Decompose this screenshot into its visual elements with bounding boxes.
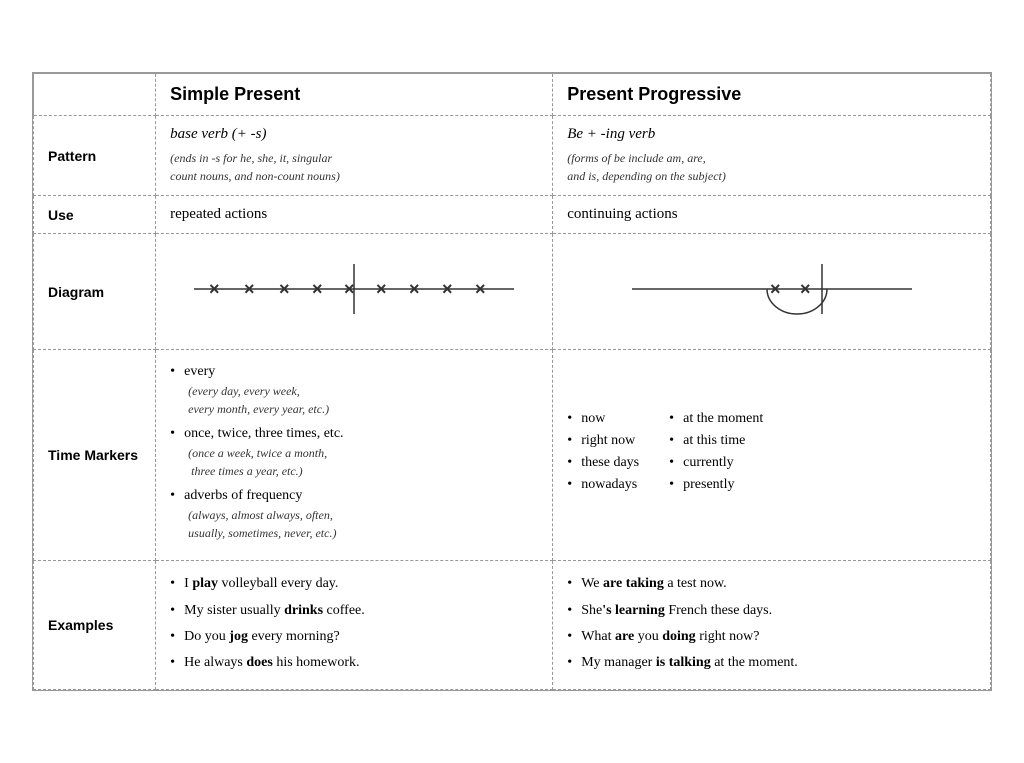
diagram-label: Diagram — [34, 234, 156, 350]
time-markers-prog-cell: now right now these days nowadays at the… — [553, 350, 991, 561]
pattern-simple-main: base verb (+ -s) — [170, 126, 538, 143]
list-item: at this time — [669, 433, 763, 449]
list-item: at the moment — [669, 411, 763, 427]
examples-row: Examples I play volleyball every day. My… — [34, 561, 991, 690]
svg-text:×: × — [279, 279, 290, 299]
list-item: He always does his homework. — [170, 652, 538, 674]
list-item: My manager is talking at the moment. — [567, 652, 976, 674]
time-markers-row: Time Markers every (every day, every wee… — [34, 350, 991, 561]
examples-prog-cell: We are taking a test now. She's learning… — [553, 561, 991, 690]
list-item: nowadays — [567, 477, 639, 493]
svg-text:×: × — [209, 279, 220, 299]
list-item: adverbs of frequency (always, almost alw… — [170, 488, 538, 542]
time-markers-simple-cell: every (every day, every week,every month… — [156, 350, 553, 561]
pattern-prog-note: (forms of be include am, are, and is, de… — [567, 149, 976, 185]
list-item: right now — [567, 433, 639, 449]
simple-diagram-svg: × × × × × × × × × — [184, 259, 524, 319]
list-item: now — [567, 411, 639, 427]
diagram-simple-cell: × × × × × × × × × — [156, 234, 553, 350]
list-item: currently — [669, 455, 763, 471]
list-item: My sister usually drinks coffee. — [170, 600, 538, 622]
prog-markers-col1: now right now these days nowadays — [567, 411, 639, 499]
svg-text:×: × — [800, 279, 811, 299]
svg-text:×: × — [409, 279, 420, 299]
time-markers-simple-list: every (every day, every week,every month… — [170, 364, 538, 542]
svg-text:×: × — [475, 279, 486, 299]
list-item: once, twice, three times, etc. (once a w… — [170, 426, 538, 480]
pattern-simple-note: (ends in -s for he, she, it, singular co… — [170, 149, 538, 185]
use-prog-cell: continuing actions — [553, 196, 991, 234]
examples-simple-cell: I play volleyball every day. My sister u… — [156, 561, 553, 690]
examples-label: Examples — [34, 561, 156, 690]
list-item: What are you doing right now? — [567, 626, 976, 648]
list-item: We are taking a test now. — [567, 573, 976, 595]
list-item: Do you jog every morning? — [170, 626, 538, 648]
use-label: Use — [34, 196, 156, 234]
time-markers-label: Time Markers — [34, 350, 156, 561]
present-progressive-header: Present Progressive — [553, 74, 991, 116]
list-item: presently — [669, 477, 763, 493]
pattern-row: Pattern base verb (+ -s) (ends in -s for… — [34, 116, 991, 196]
svg-text:×: × — [442, 279, 453, 299]
prog-markers-col2: at the moment at this time currently pre… — [669, 411, 763, 499]
pattern-label: Pattern — [34, 116, 156, 196]
main-container: Simple Present Present Progressive Patte… — [32, 72, 992, 691]
examples-simple-list: I play volleyball every day. My sister u… — [170, 573, 538, 675]
list-item: I play volleyball every day. — [170, 573, 538, 595]
prog-markers-container: now right now these days nowadays at the… — [567, 411, 976, 499]
list-item: these days — [567, 455, 639, 471]
empty-header — [34, 74, 156, 116]
svg-text:×: × — [344, 279, 355, 299]
use-simple-cell: repeated actions — [156, 196, 553, 234]
svg-text:×: × — [376, 279, 387, 299]
simple-present-header: Simple Present — [156, 74, 553, 116]
diagram-prog-cell: × × — [553, 234, 991, 350]
svg-text:×: × — [312, 279, 323, 299]
use-row: Use repeated actions continuing actions — [34, 196, 991, 234]
list-item: She's learning French these days. — [567, 600, 976, 622]
examples-prog-list: We are taking a test now. She's learning… — [567, 573, 976, 675]
list-item: every (every day, every week,every month… — [170, 364, 538, 418]
svg-text:×: × — [244, 279, 255, 299]
pattern-simple-cell: base verb (+ -s) (ends in -s for he, she… — [156, 116, 553, 196]
pattern-prog-main: Be + -ing verb — [567, 126, 976, 143]
pattern-prog-cell: Be + -ing verb (forms of be include am, … — [553, 116, 991, 196]
progressive-diagram-svg: × × — [622, 254, 922, 324]
diagram-row: Diagram × × × × × × × — [34, 234, 991, 350]
svg-text:×: × — [770, 279, 781, 299]
